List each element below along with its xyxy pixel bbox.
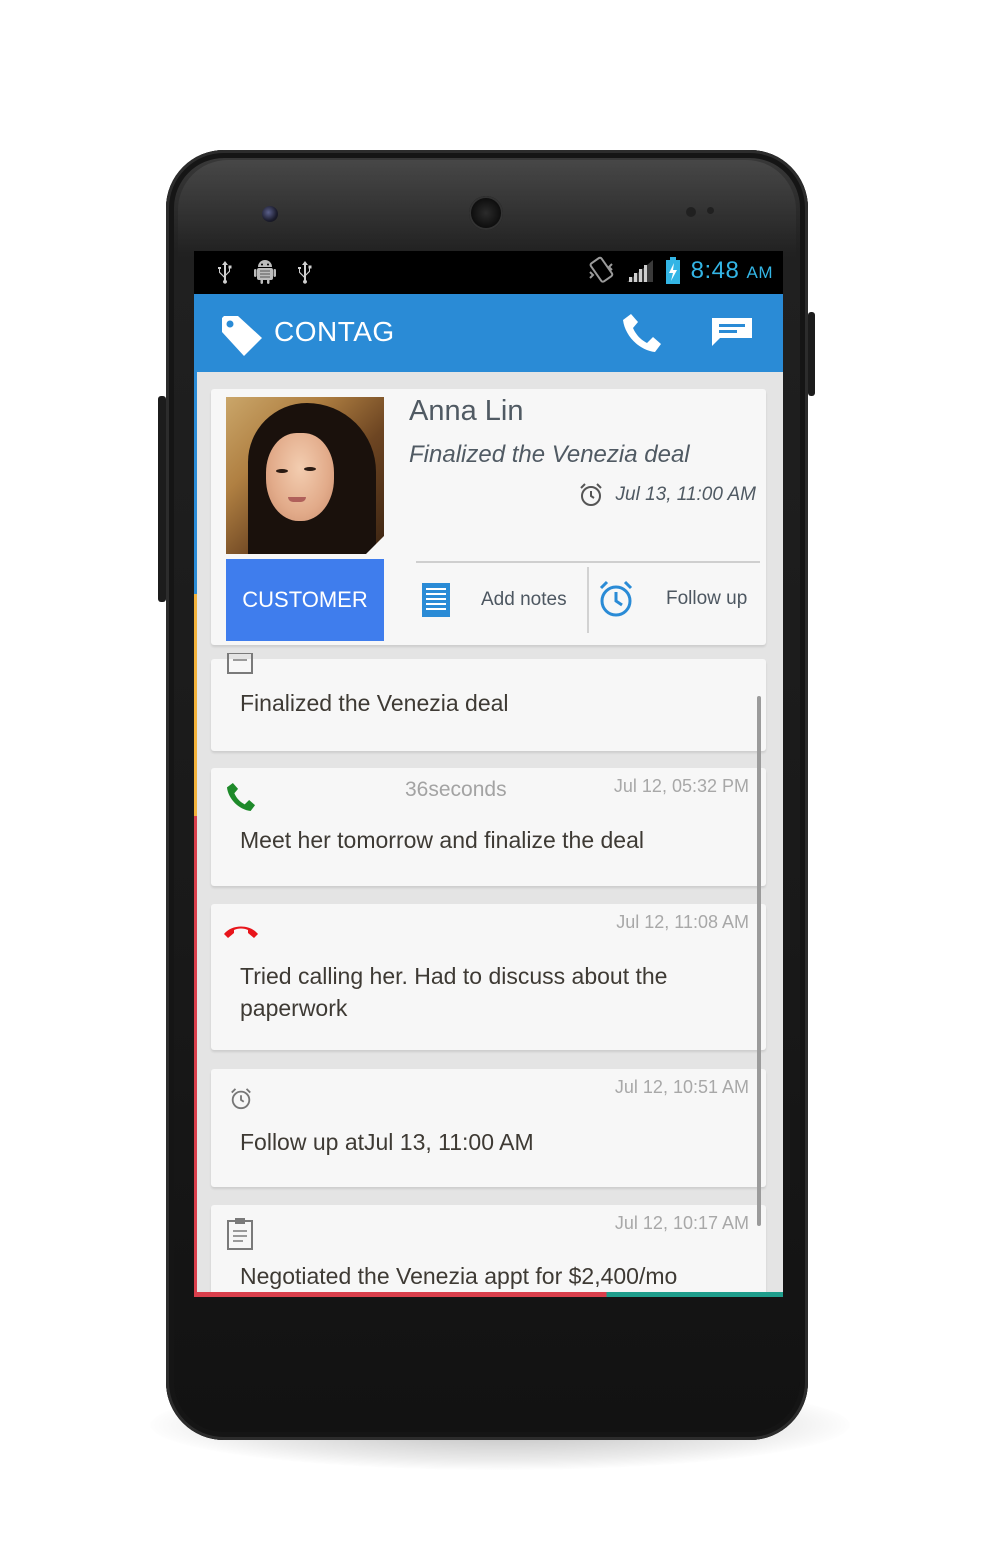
scrollbar[interactable]: [757, 696, 761, 1226]
phone-call-icon: [226, 782, 256, 812]
alarm-clock-icon: [599, 580, 633, 617]
profile-divider: [416, 561, 760, 563]
avatar-eye: [276, 469, 288, 473]
actions-divider: [587, 567, 589, 633]
volume-button: [158, 396, 166, 602]
customer-badge-button[interactable]: CUSTOMER: [226, 559, 384, 641]
usb-icon: [218, 261, 232, 284]
light-sensor: [707, 207, 714, 214]
vibrate-icon: [588, 256, 613, 283]
timeline-entry-text: Tried calling her. Had to discuss about …: [240, 963, 668, 1021]
avatar-corner: [366, 536, 384, 554]
avatar-eye: [304, 467, 316, 471]
timeline-entry-time: Jul 12, 05:32 PM: [613, 776, 749, 796]
signal-icon: [626, 260, 653, 282]
hang-up-icon: [224, 926, 258, 938]
clipboard-icon: [227, 1218, 253, 1250]
tag-icon: [222, 316, 262, 356]
timeline-entry-note[interactable]: Finalized the Venezia deal: [211, 653, 766, 751]
add-notes-label: Add notes: [481, 589, 567, 610]
due-reminder: Jul 13, 11:00 AM: [578, 482, 756, 508]
timeline-entry-text: Meet her tomorrow and finalize the deal: [240, 827, 644, 853]
avatar-face: [266, 433, 334, 521]
battery-charging-icon: [665, 257, 680, 284]
clock-time: 8:48: [690, 257, 740, 284]
timeline-entry-call[interactable]: 36seconds Jul 12, 05:32 PM Meet her tomo…: [211, 768, 766, 886]
usb-icon: [298, 261, 312, 284]
status-bar: 8:48 AM: [194, 251, 783, 294]
message-icon[interactable]: [710, 316, 754, 348]
front-camera: [262, 206, 278, 222]
add-notes-button[interactable]: Add notes: [421, 582, 567, 618]
earpiece-speaker: [469, 196, 503, 230]
app-title: CONTAG: [274, 316, 395, 347]
alarm-icon: [579, 483, 602, 506]
avatar-mouth: [288, 497, 306, 502]
timeline-entry-note[interactable]: Jul 12, 10:17 AM Negotiated the Venezia …: [211, 1205, 766, 1297]
profile-card: CUSTOMER Anna Lin Finalized the Venezia …: [211, 389, 766, 645]
power-button: [808, 312, 815, 396]
timeline-entry-text: Negotiated the Venezia appt for $2,400/m…: [240, 1263, 678, 1289]
timeline-entry-text: Follow up atJul 13, 11:00 AM: [240, 1129, 534, 1155]
content-area: CUSTOMER Anna Lin Finalized the Venezia …: [194, 372, 783, 1297]
contact-subtitle: Finalized the Venezia deal: [409, 441, 690, 468]
avatar[interactable]: [226, 397, 384, 554]
proximity-sensor: [686, 207, 696, 217]
timeline-entry-time: Jul 12, 11:08 AM: [616, 912, 749, 932]
timeline-entry-time: Jul 12, 10:17 AM: [614, 1213, 749, 1233]
android-debug-icon: [254, 260, 276, 284]
notepad-icon: [227, 653, 253, 674]
timeline-entry-missed-call[interactable]: Jul 12, 11:08 AM Tried calling her. Had …: [211, 904, 766, 1050]
follow-up-label: Follow up: [666, 588, 748, 609]
bottom-color-bar: [194, 1292, 783, 1297]
contact-name: Anna Lin: [409, 395, 524, 427]
follow-up-button[interactable]: Follow up: [596, 579, 747, 619]
clock-ampm: AM: [746, 263, 773, 282]
left-color-edge: [194, 372, 197, 1297]
timeline-entry-text: Finalized the Venezia deal: [240, 690, 509, 716]
phone-screen: 8:48 AM CONTAG CUSTOMER Anna Lin Finaliz…: [194, 251, 783, 1297]
due-reminder-text: Jul 13, 11:00 AM: [615, 484, 756, 505]
call-duration: 36seconds: [405, 778, 507, 801]
phone-icon[interactable]: [619, 310, 665, 356]
app-bar: CONTAG: [194, 294, 783, 372]
alarm-icon: [231, 1088, 251, 1110]
timeline-entry-time: Jul 12, 10:51 AM: [614, 1077, 749, 1097]
status-clock: 8:48 AM: [691, 257, 773, 285]
notes-icon: [422, 583, 450, 617]
timeline-entry-follow-up[interactable]: Jul 12, 10:51 AM Follow up atJul 13, 11:…: [211, 1069, 766, 1187]
